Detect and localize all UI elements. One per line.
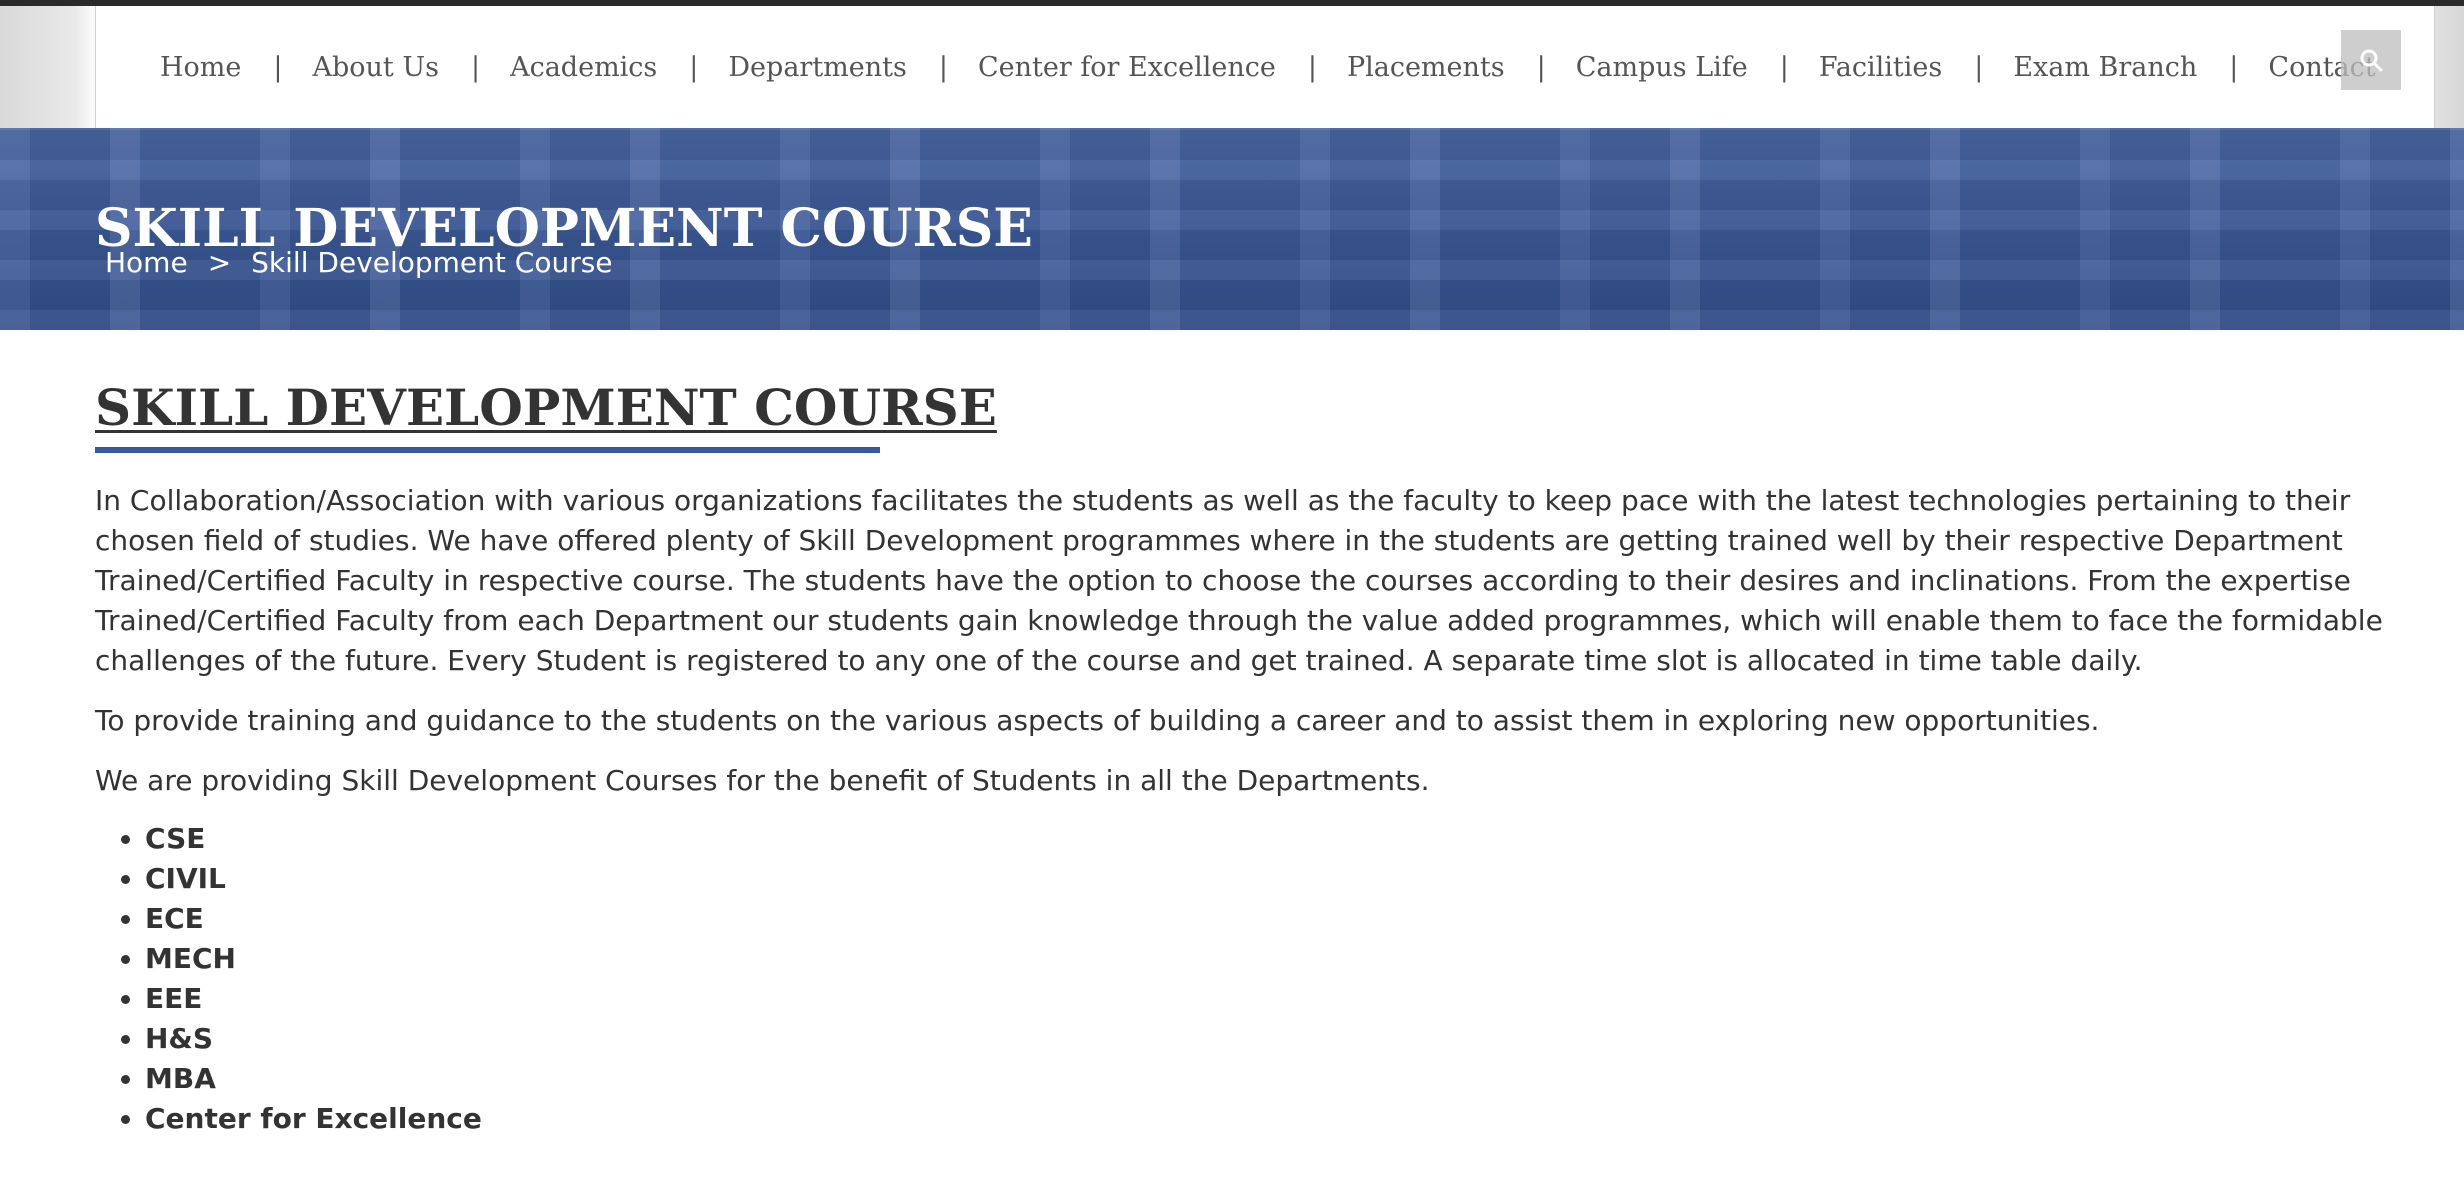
- main-nav: Home | About Us | Academics | Department…: [160, 6, 2376, 128]
- main-content: SKILL DEVELOPMENT COURSE In Collaboratio…: [95, 380, 2440, 1139]
- breadcrumb-home-link[interactable]: Home: [105, 246, 188, 279]
- list-item-mba: MBA: [145, 1059, 2440, 1099]
- nav-separator: |: [2229, 51, 2239, 83]
- objective-paragraph: To provide training and guidance to the …: [95, 704, 2100, 737]
- search-button[interactable]: [2341, 30, 2401, 90]
- nav-item-about-us[interactable]: About Us: [313, 52, 439, 83]
- search-icon: [2360, 49, 2383, 72]
- nav-item-facilities[interactable]: Facilities: [1819, 52, 1942, 83]
- list-item-civil: CIVIL: [145, 859, 2440, 899]
- list-item-eee: EEE: [145, 979, 2440, 1019]
- list-item-cse: CSE: [145, 819, 2440, 859]
- breadcrumb-current: Skill Development Course: [251, 246, 613, 279]
- nav-separator: |: [1779, 51, 1789, 83]
- nav-separator: |: [1974, 51, 1984, 83]
- intro-paragraph: In Collaboration/Association with variou…: [95, 484, 2383, 677]
- page-banner: SKILL DEVELOPMENT COURSE Home > Skill De…: [0, 128, 2464, 330]
- list-item-center-for-excellence: Center for Excellence: [145, 1099, 2440, 1139]
- nav-separator: |: [689, 51, 699, 83]
- nav-item-campus-life[interactable]: Campus Life: [1576, 52, 1748, 83]
- breadcrumb-separator: >: [207, 246, 232, 279]
- nav-item-exam-branch[interactable]: Exam Branch: [2013, 52, 2197, 83]
- nav-item-home[interactable]: Home: [160, 52, 241, 83]
- nav-separator: |: [273, 51, 283, 83]
- list-item-mech: MECH: [145, 939, 2440, 979]
- title-underline-rule: [95, 447, 880, 453]
- list-item-ece: ECE: [145, 899, 2440, 939]
- main-navigation-bar: Home | About Us | Academics | Department…: [95, 6, 2435, 128]
- departments-list: CSE CIVIL ECE MECH EEE H&S MBA Center fo…: [95, 819, 2440, 1139]
- page-title: SKILL DEVELOPMENT COURSE: [95, 378, 997, 437]
- departments-intro-paragraph: We are providing Skill Development Cours…: [95, 764, 1430, 797]
- nav-separator: |: [1536, 51, 1546, 83]
- nav-item-departments[interactable]: Departments: [728, 52, 906, 83]
- nav-item-placements[interactable]: Placements: [1347, 52, 1505, 83]
- nav-separator: |: [938, 51, 948, 83]
- nav-item-center-for-excellence[interactable]: Center for Excellence: [978, 52, 1276, 83]
- nav-separator: |: [470, 51, 481, 83]
- nav-item-academics[interactable]: Academics: [510, 52, 657, 83]
- breadcrumb: Home > Skill Development Course: [105, 246, 613, 279]
- nav-separator: |: [1307, 51, 1317, 83]
- list-item-hs: H&S: [145, 1019, 2440, 1059]
